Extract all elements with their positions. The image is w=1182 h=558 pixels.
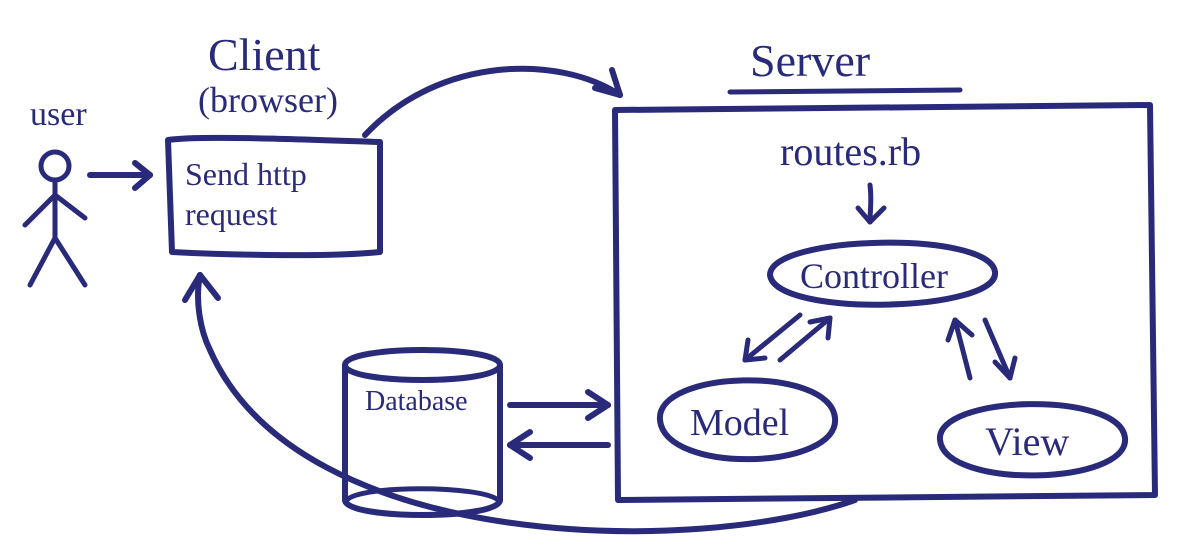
arrow-routes-to-controller <box>858 185 884 222</box>
user-label: user <box>30 96 87 133</box>
server-title: Server <box>750 35 870 86</box>
client-title: Client <box>208 29 321 80</box>
client-body-line2: request <box>185 196 278 232</box>
arrow-client-to-server <box>365 69 620 135</box>
database-label: Database <box>365 386 468 417</box>
arrow-user-to-client <box>90 163 150 188</box>
routes-label: routes.rb <box>780 129 921 174</box>
user-actor <box>25 152 85 285</box>
controller-label: Controller <box>800 256 948 296</box>
arrow-server-to-db <box>510 432 608 458</box>
server-underline <box>730 90 960 92</box>
view-label: View <box>985 419 1069 464</box>
client-body-line1: Send http <box>185 156 307 192</box>
arrow-controller-to-view <box>985 320 1015 378</box>
client-subtitle: (browser) <box>198 80 338 120</box>
arrow-view-to-controller <box>948 320 972 378</box>
model-label: Model <box>690 402 789 444</box>
arrow-db-to-server <box>510 392 608 418</box>
database-node <box>345 350 500 515</box>
